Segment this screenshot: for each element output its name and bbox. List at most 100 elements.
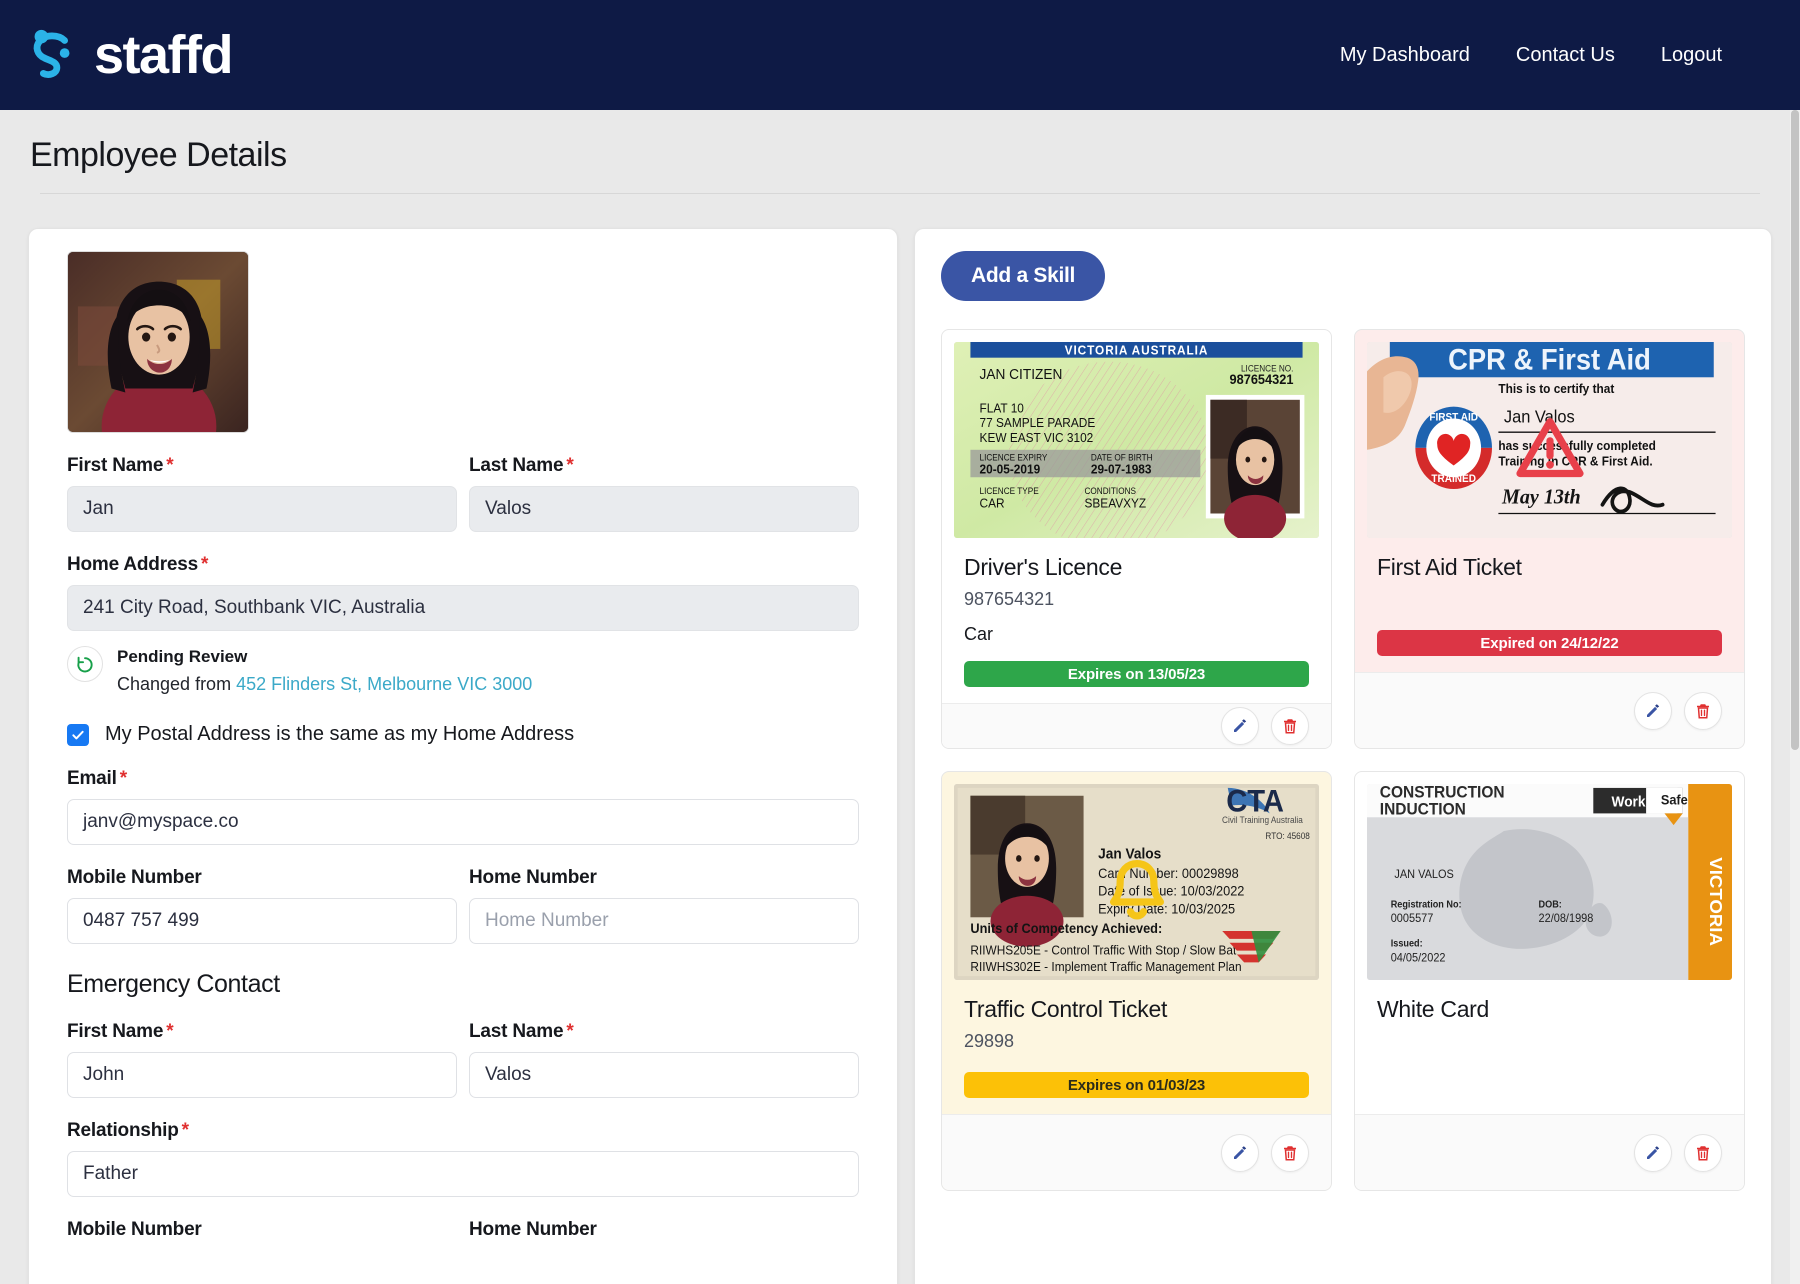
emergency-contact-heading: Emergency Contact [67, 970, 280, 999]
emergency-home-field-group: Home Number [469, 1219, 859, 1250]
emergency-last-name-input[interactable]: Valos [469, 1052, 860, 1099]
edit-icon[interactable] [1634, 1133, 1672, 1172]
scrollbar-thumb[interactable] [1791, 110, 1799, 750]
svg-text:Date of Issue: 10/03/2022: Date of Issue: 10/03/2022 [1098, 883, 1244, 899]
emergency-phone-row: Mobile Number Home Number [67, 1219, 859, 1250]
traffic-control-card-image: CTA Civil Training Australia RTO: 45608 … [954, 784, 1319, 980]
header-divider [40, 193, 1760, 194]
home-number-input[interactable]: Home Number [469, 898, 860, 945]
svg-text:May 13th: May 13th [1501, 484, 1581, 509]
skills-grid: VICTORIA AUSTRALIA JAN CITIZEN LICENCE N… [941, 329, 1745, 1191]
relationship-input[interactable]: Father [67, 1151, 860, 1198]
skill-name: Traffic Control Ticket [964, 996, 1168, 1022]
add-skill-button[interactable]: Add a Skill [941, 251, 1106, 301]
skill-card-first-aid-ticket[interactable]: CPR & First Aid FIRST AID TRAINED This i… [1354, 329, 1745, 749]
changed-from-prefix: Changed from [117, 673, 237, 694]
mobile-number-label: Mobile Number [67, 867, 202, 889]
page-title: Employee Details [30, 136, 287, 174]
page-scrollbar[interactable] [1790, 110, 1800, 1284]
required-marker: * [166, 455, 174, 476]
status-badge: Expired on 24/12/22 [1377, 630, 1722, 656]
relationship-label: Relationship * [67, 1120, 859, 1142]
nav-my-dashboard[interactable]: My Dashboard [1340, 44, 1470, 67]
previous-address-link[interactable]: 452 Flinders St, Melbourne VIC 3000 [236, 674, 532, 694]
emergency-first-name-input[interactable]: John [67, 1052, 458, 1099]
svg-text:JAN CITIZEN: JAN CITIZEN [980, 367, 1063, 384]
delete-icon[interactable] [1271, 707, 1309, 745]
svg-text:04/05/2022: 04/05/2022 [1391, 952, 1446, 964]
emergency-name-row: First Name * John Last Name * Valos [67, 1021, 860, 1099]
skill-card-text: First Aid Ticket [1355, 538, 1744, 614]
svg-text:Jan Valos: Jan Valos [1504, 407, 1575, 427]
home-address-field-group: Home Address * 241 City Road, Southbank V… [67, 554, 860, 631]
nav-links: My Dashboard Contact Us Logout [1340, 44, 1762, 67]
svg-text:FLAT 10: FLAT 10 [980, 401, 1025, 415]
edit-icon[interactable] [1221, 1133, 1259, 1172]
employee-details-page: staffd My Dashboard Contact Us Logout Em… [0, 0, 1800, 1284]
delete-icon[interactable] [1684, 691, 1722, 730]
emergency-last-name-label: Last Name * [469, 1021, 859, 1043]
home-address-row: Home Address * 241 City Road, Southbank V… [67, 554, 860, 631]
nav-contact-us[interactable]: Contact Us [1516, 44, 1615, 67]
emergency-home-label: Home Number [469, 1219, 597, 1241]
skill-card-text: Traffic Control Ticket 29898 [942, 980, 1331, 1056]
pending-review-block: Pending Review Changed from 452 Flinders… [67, 646, 859, 697]
svg-text:DOB:: DOB: [1539, 899, 1562, 910]
nav-logout[interactable]: Logout [1661, 44, 1722, 67]
email-input[interactable]: janv@myspace.co [67, 799, 860, 846]
home-number-label: Home Number [469, 867, 597, 889]
email-label-text: Email [67, 768, 117, 790]
edit-icon[interactable] [1634, 691, 1672, 730]
skill-card-drivers-licence[interactable]: VICTORIA AUSTRALIA JAN CITIZEN LICENCE N… [941, 329, 1332, 749]
last-name-field-group: Last Name * Valos [469, 455, 860, 532]
skill-card-actions [1355, 672, 1744, 748]
last-name-input[interactable]: Valos [469, 486, 860, 532]
svg-text:SBEAVXYZ: SBEAVXYZ [1084, 496, 1146, 510]
svg-text:20-05-2019: 20-05-2019 [980, 462, 1041, 476]
email-label: Email * [67, 768, 859, 790]
last-name-label-text: Last Name [469, 455, 564, 476]
skill-card-actions [942, 703, 1331, 748]
first-name-label-text: First Name [67, 455, 164, 476]
svg-text:TRAINED: TRAINED [1431, 474, 1476, 485]
skill-name: White Card [1377, 996, 1490, 1022]
brand-name: staffd [94, 25, 234, 85]
svg-text:Work: Work [1612, 794, 1646, 811]
skill-card-body: VICTORIA CONSTRUCTION INDUCTION Work Saf… [1355, 772, 1744, 1114]
first-name-field-group: First Name * Jan [67, 455, 458, 532]
edit-icon[interactable] [1221, 707, 1259, 745]
status-badge: Expires on 01/03/23 [964, 1072, 1309, 1098]
staffd-s-logo-icon [22, 24, 84, 86]
svg-text:JAN VALOS: JAN VALOS [1394, 869, 1454, 881]
pending-review-text: Pending Review Changed from 452 Flinders… [117, 646, 532, 697]
svg-text:KEW EAST VIC 3102: KEW EAST VIC 3102 [980, 431, 1094, 445]
svg-text:This is to certify that: This is to certify that [1498, 382, 1614, 396]
delete-icon[interactable] [1271, 1133, 1309, 1172]
brand-logo[interactable]: staffd [22, 24, 234, 86]
skill-extra: Car [964, 624, 994, 644]
employee-form-panel: First Name * Jan Last Name * Valos Home Ad… [28, 228, 899, 1284]
first-name-input[interactable]: Jan [67, 486, 458, 532]
postal-same-checkbox-row[interactable]: My Postal Address is the same as my Home… [67, 723, 859, 746]
home-address-label: Home Address * [67, 554, 859, 576]
svg-text:77 SAMPLE PARADE: 77 SAMPLE PARADE [980, 416, 1096, 430]
svg-text:Expiry Date: 10/03/2025: Expiry Date: 10/03/2025 [1098, 901, 1235, 917]
mobile-number-input[interactable]: 0487 757 499 [67, 898, 458, 945]
emergency-last-name-field-group: Last Name * Valos [469, 1021, 860, 1099]
svg-text:CAR: CAR [980, 496, 1005, 510]
email-field-group: Email * janv@myspace.co [67, 768, 860, 846]
postal-same-checkbox[interactable] [67, 723, 89, 746]
skill-card-traffic-control-ticket[interactable]: CTA Civil Training Australia RTO: 45608 … [941, 771, 1332, 1191]
home-number-field-group: Home Number Home Number [469, 867, 860, 945]
required-marker: * [201, 554, 209, 575]
phone-row: Mobile Number 0487 757 499 Home Number H… [67, 867, 860, 945]
skill-card-white-card[interactable]: VICTORIA CONSTRUCTION INDUCTION Work Saf… [1354, 771, 1745, 1191]
main-content: First Name * Jan Last Name * Valos Home Ad… [0, 214, 1800, 1284]
emergency-first-name-field-group: First Name * John [67, 1021, 458, 1099]
home-address-input[interactable]: 241 City Road, Southbank VIC, Australia [67, 585, 860, 631]
skill-card-body: CTA Civil Training Australia RTO: 45608 … [942, 772, 1331, 1114]
delete-icon[interactable] [1684, 1133, 1722, 1172]
white-card-image: VICTORIA CONSTRUCTION INDUCTION Work Saf… [1367, 784, 1732, 980]
emergency-mobile-field-group: Mobile Number [67, 1219, 457, 1250]
revert-arrow-icon[interactable] [67, 646, 103, 682]
